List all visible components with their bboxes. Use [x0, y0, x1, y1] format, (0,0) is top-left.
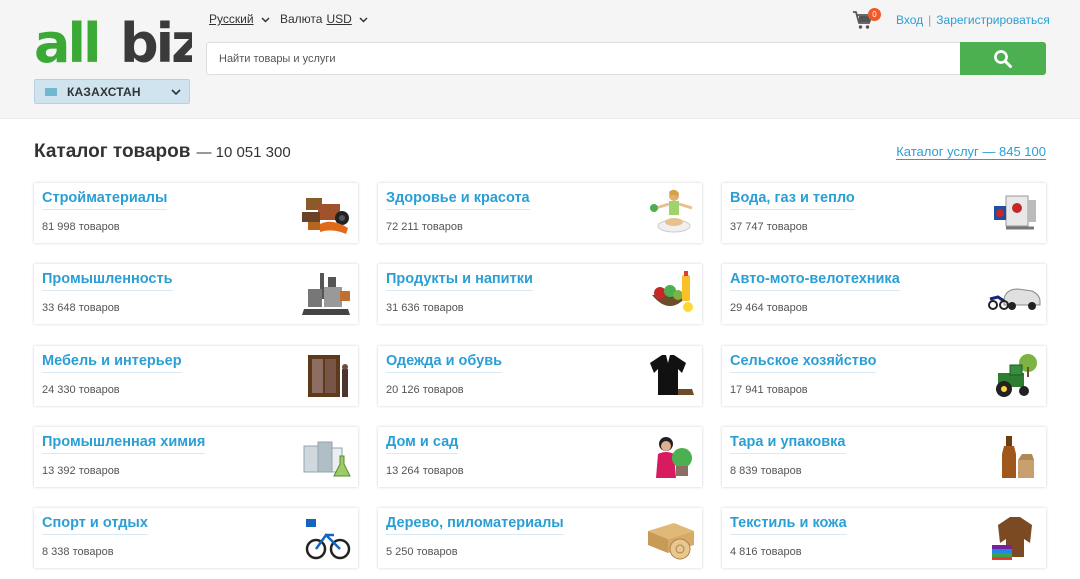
category-name: Стройматериалы	[42, 190, 168, 210]
category-card-industrial-chemistry[interactable]: Промышленная химия 13 392 товаров	[34, 427, 358, 487]
industrial-chemistry-icon	[303, 441, 351, 477]
clothing-icon	[650, 355, 694, 395]
catalog-title: Каталог товаров	[34, 141, 191, 162]
kazakhstan-flag-icon	[45, 87, 57, 96]
login-link[interactable]: Вход	[896, 13, 923, 27]
category-card-industry[interactable]: Промышленность 33 648 товаров	[34, 264, 358, 324]
svg-text:all: all	[34, 16, 98, 72]
water-gas-heat-icon	[994, 195, 1036, 230]
category-card-health-beauty[interactable]: Здоровье и красота 72 211 товаров	[378, 183, 702, 243]
currency-value: USD	[326, 12, 352, 26]
category-name: Текстиль и кожа	[730, 515, 847, 535]
svg-text:biz: biz	[120, 16, 192, 72]
agriculture-icon	[996, 354, 1037, 397]
category-count: 8 338 товаров	[42, 546, 114, 558]
auth-links: Вход | Зарегистрироваться	[896, 13, 1050, 27]
currency-selector[interactable]: Валюта USD	[280, 12, 369, 26]
category-name: Дом и сад	[386, 434, 459, 454]
category-name: Спорт и отдых	[42, 515, 148, 535]
services-catalog-link[interactable]: Каталог услуг — 845 100	[896, 144, 1046, 160]
header: all biz КАЗАХСТАН Русский Валюта USD 0 В…	[0, 0, 1080, 119]
category-count: 20 126 товаров	[386, 384, 464, 396]
category-card-water-gas-heat[interactable]: Вода, газ и тепло 37 747 товаров	[722, 183, 1046, 243]
category-name: Мебель и интерьер	[42, 353, 182, 373]
chevron-down-icon	[261, 16, 270, 23]
textile-leather-icon	[992, 517, 1032, 560]
register-link[interactable]: Зарегистрироваться	[936, 13, 1049, 27]
category-card-lumber[interactable]: Дерево, пиломатериалы 5 250 товаров	[378, 508, 702, 568]
home-garden-icon	[656, 437, 692, 478]
country-name: КАЗАХСТАН	[67, 84, 141, 99]
category-card-agriculture[interactable]: Сельское хозяйство 17 941 товаров	[722, 346, 1046, 406]
food-drinks-icon	[652, 271, 693, 312]
sport-icon	[305, 519, 351, 560]
category-count: 29 464 товаров	[730, 302, 808, 314]
category-count: 5 250 товаров	[386, 546, 458, 558]
category-name: Вода, газ и тепло	[730, 190, 855, 210]
category-card-packaging[interactable]: Тара и упаковка 8 839 товаров	[722, 427, 1046, 487]
category-card-sport[interactable]: Спорт и отдых 8 338 товаров	[34, 508, 358, 568]
category-card-home-garden[interactable]: Дом и сад 13 264 товаров	[378, 427, 702, 487]
auth-separator: |	[928, 13, 932, 27]
category-card-vehicles[interactable]: Авто-мото-велотехника 29 464 товаров	[722, 264, 1046, 324]
building-materials-icon	[302, 198, 349, 234]
catalog-heading: Каталог товаров — 10 051 300	[34, 141, 291, 163]
category-name: Тара и упаковка	[730, 434, 846, 454]
category-name: Здоровье и красота	[386, 190, 530, 210]
country-selector[interactable]: КАЗАХСТАН	[34, 79, 190, 104]
allbiz-logo[interactable]: all biz	[34, 16, 192, 72]
health-beauty-icon	[650, 189, 693, 233]
industry-icon	[302, 273, 350, 315]
language-selector[interactable]: Русский	[209, 12, 271, 26]
category-name: Авто-мото-велотехника	[730, 271, 900, 291]
chevron-down-icon	[171, 88, 181, 95]
lumber-icon	[648, 523, 694, 560]
category-count: 81 998 товаров	[42, 221, 120, 233]
search-button[interactable]	[960, 42, 1046, 75]
search-input[interactable]	[206, 42, 962, 75]
search-bar	[206, 42, 1046, 75]
category-count: 72 211 товаров	[386, 221, 463, 233]
furniture-icon	[308, 355, 348, 397]
category-count: 13 264 товаров	[386, 465, 464, 477]
category-card-clothing[interactable]: Одежда и обувь 20 126 товаров	[378, 346, 702, 406]
search-icon	[994, 49, 1012, 68]
language-label: Русский	[209, 12, 254, 26]
category-count: 24 330 товаров	[42, 384, 120, 396]
category-name: Дерево, пиломатериалы	[386, 515, 564, 535]
category-name: Промышленная химия	[42, 434, 206, 454]
category-count: 31 636 товаров	[386, 302, 464, 314]
category-card-furniture[interactable]: Мебель и интерьер 24 330 товаров	[34, 346, 358, 406]
category-count: 37 747 товаров	[730, 221, 808, 233]
category-name: Промышленность	[42, 271, 173, 291]
category-card-building-materials[interactable]: Стройматериалы 81 998 товаров	[34, 183, 358, 243]
category-count: 13 392 товаров	[42, 465, 120, 477]
currency-label: Валюта	[280, 12, 323, 26]
packaging-icon	[1002, 436, 1034, 478]
category-count: 33 648 товаров	[42, 302, 120, 314]
chevron-down-icon	[359, 16, 368, 23]
vehicles-icon	[988, 288, 1041, 310]
category-name: Сельское хозяйство	[730, 353, 877, 373]
catalog-count: — 10 051 300	[196, 144, 291, 161]
category-name: Одежда и обувь	[386, 353, 503, 373]
category-count: 8 839 товаров	[730, 465, 802, 477]
category-name: Продукты и напитки	[386, 271, 533, 291]
category-card-textile-leather[interactable]: Текстиль и кожа 4 816 товаров	[722, 508, 1046, 568]
category-count: 4 816 товаров	[730, 546, 802, 558]
category-count: 17 941 товаров	[730, 384, 808, 396]
cart-count-badge: 0	[868, 8, 881, 21]
category-card-food-drinks[interactable]: Продукты и напитки 31 636 товаров	[378, 264, 702, 324]
